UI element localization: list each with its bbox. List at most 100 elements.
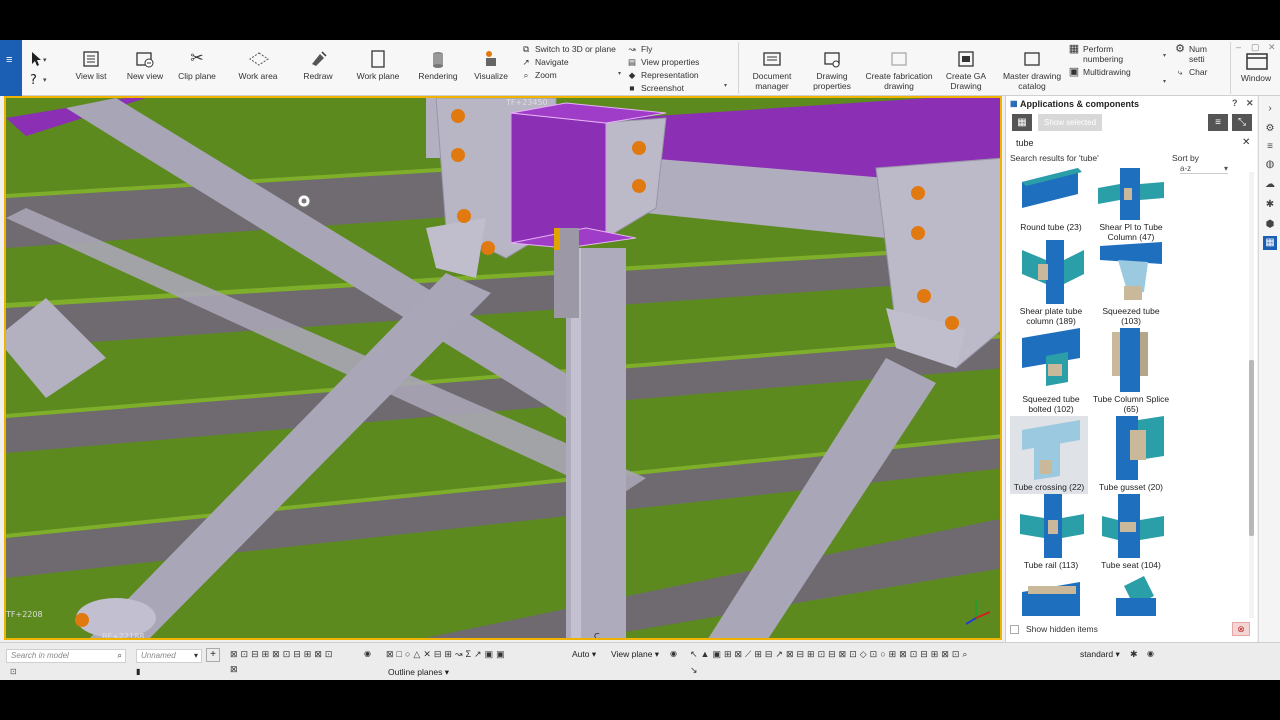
component-item[interactable]: Tube seat (104) bbox=[1092, 494, 1170, 570]
representation-icon: ◆ bbox=[628, 70, 636, 80]
visibility-icon[interactable]: ◉ bbox=[670, 649, 680, 663]
close-panel-icon[interactable]: ✕ bbox=[1246, 98, 1254, 109]
create-ga-drawing-button[interactable]: Create GA Drawing bbox=[942, 44, 990, 92]
master-drawing-catalog-button[interactable]: Master drawing catalog bbox=[1002, 44, 1062, 92]
component-thumbnail bbox=[1018, 576, 1084, 616]
component-item[interactable]: Shear plate tube column (189) bbox=[1012, 240, 1090, 326]
cloud-icon[interactable]: ☁ bbox=[1263, 178, 1277, 192]
work-plane-button[interactable]: Work plane bbox=[354, 44, 402, 92]
chevron-down-icon[interactable]: ▾ bbox=[618, 70, 621, 77]
view-plane-dropdown[interactable]: View plane ▾ bbox=[611, 649, 659, 663]
model-3d-viewport[interactable]: TF+23450 RF+22188 TF+2208 C bbox=[4, 96, 1002, 640]
select-all-icon[interactable]: ⊠ bbox=[230, 664, 241, 678]
search-icon[interactable]: ⌕ bbox=[118, 651, 122, 661]
component-grid: Round tube (23) Shear Pl to Tube Column … bbox=[1010, 168, 1246, 618]
selection-switches[interactable]: ⊠⊡⊟⊞⊠⊡⊟⊞⊠⊡ bbox=[230, 649, 335, 663]
selection-tools[interactable]: ▾ ? ▾ bbox=[26, 46, 50, 90]
new-view-button[interactable]: New view bbox=[122, 44, 168, 92]
component-item[interactable] bbox=[1092, 576, 1170, 618]
settings-icon[interactable]: ✱ bbox=[1263, 198, 1277, 212]
zoom-button[interactable]: ⌕ Zoom bbox=[520, 69, 616, 82]
document-manager-button[interactable]: Document manager bbox=[748, 44, 796, 92]
component-item[interactable]: Tube rail (113) bbox=[1012, 494, 1090, 570]
search-in-model-input[interactable]: Search in model ⌕ bbox=[6, 649, 126, 663]
snap-toolbar[interactable]: ↖▲▣⊞⊠⟋⊞⊟↗⊠⊟⊞⊡⊟⊠⊡◇⊡○⊞⊠⊡⊟⊞⊠⊡⌕ bbox=[690, 649, 970, 663]
visualize-button[interactable]: Visualize bbox=[470, 44, 512, 92]
view-list-button[interactable]: View list bbox=[68, 44, 114, 92]
numbering-settings-group: ⚙ Num setti ⤷ Char bbox=[1174, 44, 1207, 79]
pointer-icon[interactable]: ↘ bbox=[690, 665, 701, 679]
auto-dropdown[interactable]: Auto ▾ bbox=[572, 649, 596, 663]
component-thumbnail bbox=[1098, 576, 1164, 616]
chevron-down-icon: ▾ bbox=[193, 651, 198, 660]
visibility-icon[interactable]: ◉ bbox=[364, 649, 374, 663]
expand-panel-icon[interactable]: › bbox=[1263, 102, 1277, 116]
help-icon[interactable]: ? bbox=[1232, 98, 1238, 108]
chevron-down-icon[interactable]: ▾ bbox=[724, 82, 727, 89]
file-menu-button[interactable]: ≡ bbox=[0, 40, 22, 96]
component-item[interactable]: Shear Pl to Tube Column (47) bbox=[1092, 168, 1170, 242]
minimize-icon[interactable]: – bbox=[1236, 42, 1241, 52]
model-icon[interactable]: ⊡ bbox=[10, 667, 17, 676]
navigate-button[interactable]: ↗ Navigate bbox=[520, 56, 616, 69]
perform-numbering-button[interactable]: ▦ Perform numbering bbox=[1068, 44, 1131, 66]
component-item-selected[interactable]: Tube crossing (22) bbox=[1010, 416, 1088, 494]
document-manager-icon bbox=[762, 50, 782, 68]
search-input[interactable]: tube bbox=[1016, 138, 1034, 148]
numbering-settings-button[interactable]: ⚙ Num setti bbox=[1174, 44, 1207, 66]
fly-button[interactable]: ↝ Fly bbox=[626, 43, 699, 56]
maximize-icon[interactable]: ▢ bbox=[1251, 42, 1260, 53]
chevron-down-icon[interactable]: ▾ bbox=[1163, 52, 1166, 59]
visibility-icon[interactable]: ◉ bbox=[1147, 649, 1157, 663]
component-thumbnail bbox=[1098, 416, 1164, 480]
change-button[interactable]: ⤷ Char bbox=[1174, 66, 1208, 79]
component-item[interactable]: Tube Column Splice (65) bbox=[1092, 328, 1170, 414]
screenshot-button[interactable]: ■ Screenshot bbox=[626, 82, 699, 95]
add-icon[interactable]: + bbox=[206, 648, 220, 662]
catalog-search[interactable]: tube ✕ bbox=[1010, 136, 1254, 150]
delete-icon[interactable]: ⊗ bbox=[1232, 622, 1250, 636]
level-label: TF+23450 bbox=[506, 98, 548, 107]
list-menu-icon[interactable]: ≡ bbox=[1208, 114, 1228, 131]
camera-icon: ■ bbox=[629, 83, 635, 93]
component-item[interactable]: Round tube (23) bbox=[1012, 168, 1090, 232]
outline-planes-dropdown[interactable]: Outline planes ▾ bbox=[388, 667, 449, 681]
view-properties-button[interactable]: ▤ View properties bbox=[626, 56, 699, 69]
snap-switches[interactable]: ⊠□○△✕⊟⊞↝Σ↗▣▣ bbox=[386, 649, 508, 663]
rendering-button[interactable]: Rendering bbox=[414, 44, 462, 92]
ribbon-separator bbox=[738, 42, 739, 94]
view-selector[interactable]: Unnamed ▾ bbox=[136, 649, 202, 663]
work-area-button[interactable]: Work area bbox=[234, 44, 282, 92]
grid-view-icon[interactable]: ▦ bbox=[1012, 114, 1032, 131]
show-hidden-checkbox[interactable] bbox=[1010, 625, 1019, 634]
drawing-properties-button[interactable]: Drawing properties bbox=[808, 44, 856, 92]
lock-icon[interactable]: ▮ bbox=[136, 667, 140, 676]
collapse-icon[interactable]: ⤡ bbox=[1232, 114, 1252, 131]
applications-icon[interactable]: ▦ bbox=[1263, 236, 1277, 250]
ribbon-separator bbox=[1230, 42, 1231, 94]
cube-icon[interactable]: ⬢ bbox=[1263, 218, 1277, 232]
settings-icon[interactable]: ✱ bbox=[1130, 649, 1141, 663]
component-item[interactable]: Squeezed tube bolted (102) bbox=[1012, 328, 1090, 414]
component-item[interactable]: Tube gusset (20) bbox=[1092, 416, 1170, 492]
window-button[interactable]: Window bbox=[1234, 46, 1278, 94]
panel-scrollbar[interactable] bbox=[1249, 172, 1254, 618]
show-selected-button[interactable]: Show selected bbox=[1038, 114, 1102, 131]
globe-icon[interactable]: ◍ bbox=[1263, 158, 1277, 172]
close-icon[interactable]: ✕ bbox=[1268, 42, 1276, 53]
scrollbar-thumb[interactable] bbox=[1249, 360, 1254, 536]
switch-3d-button[interactable]: ⧉ Switch to 3D or plane bbox=[520, 43, 616, 56]
bottom-toolbar: Search in model ⌕ ⊡ Unnamed ▾ + ▮ ⊠⊡⊟⊞⊠⊡… bbox=[0, 642, 1280, 680]
representation-button[interactable]: ◆ Representation bbox=[626, 69, 699, 82]
layers-icon[interactable]: ≡ bbox=[1263, 140, 1277, 154]
standard-dropdown[interactable]: standard ▾ bbox=[1080, 649, 1120, 663]
component-item[interactable] bbox=[1012, 576, 1090, 618]
create-fabrication-drawing-button[interactable]: Create fabrication drawing bbox=[864, 44, 934, 92]
properties-icon[interactable]: ⚙ bbox=[1263, 122, 1277, 136]
clip-plane-button[interactable]: ✂ Clip plane bbox=[174, 44, 220, 92]
clear-search-icon[interactable]: ✕ bbox=[1242, 137, 1250, 148]
redraw-button[interactable]: Redraw bbox=[296, 44, 340, 92]
multidrawing-button[interactable]: ▣ Multidrawing bbox=[1068, 66, 1131, 79]
component-item[interactable]: Squeezed tube (103) bbox=[1092, 240, 1170, 326]
chevron-down-icon[interactable]: ▾ bbox=[1163, 78, 1166, 85]
